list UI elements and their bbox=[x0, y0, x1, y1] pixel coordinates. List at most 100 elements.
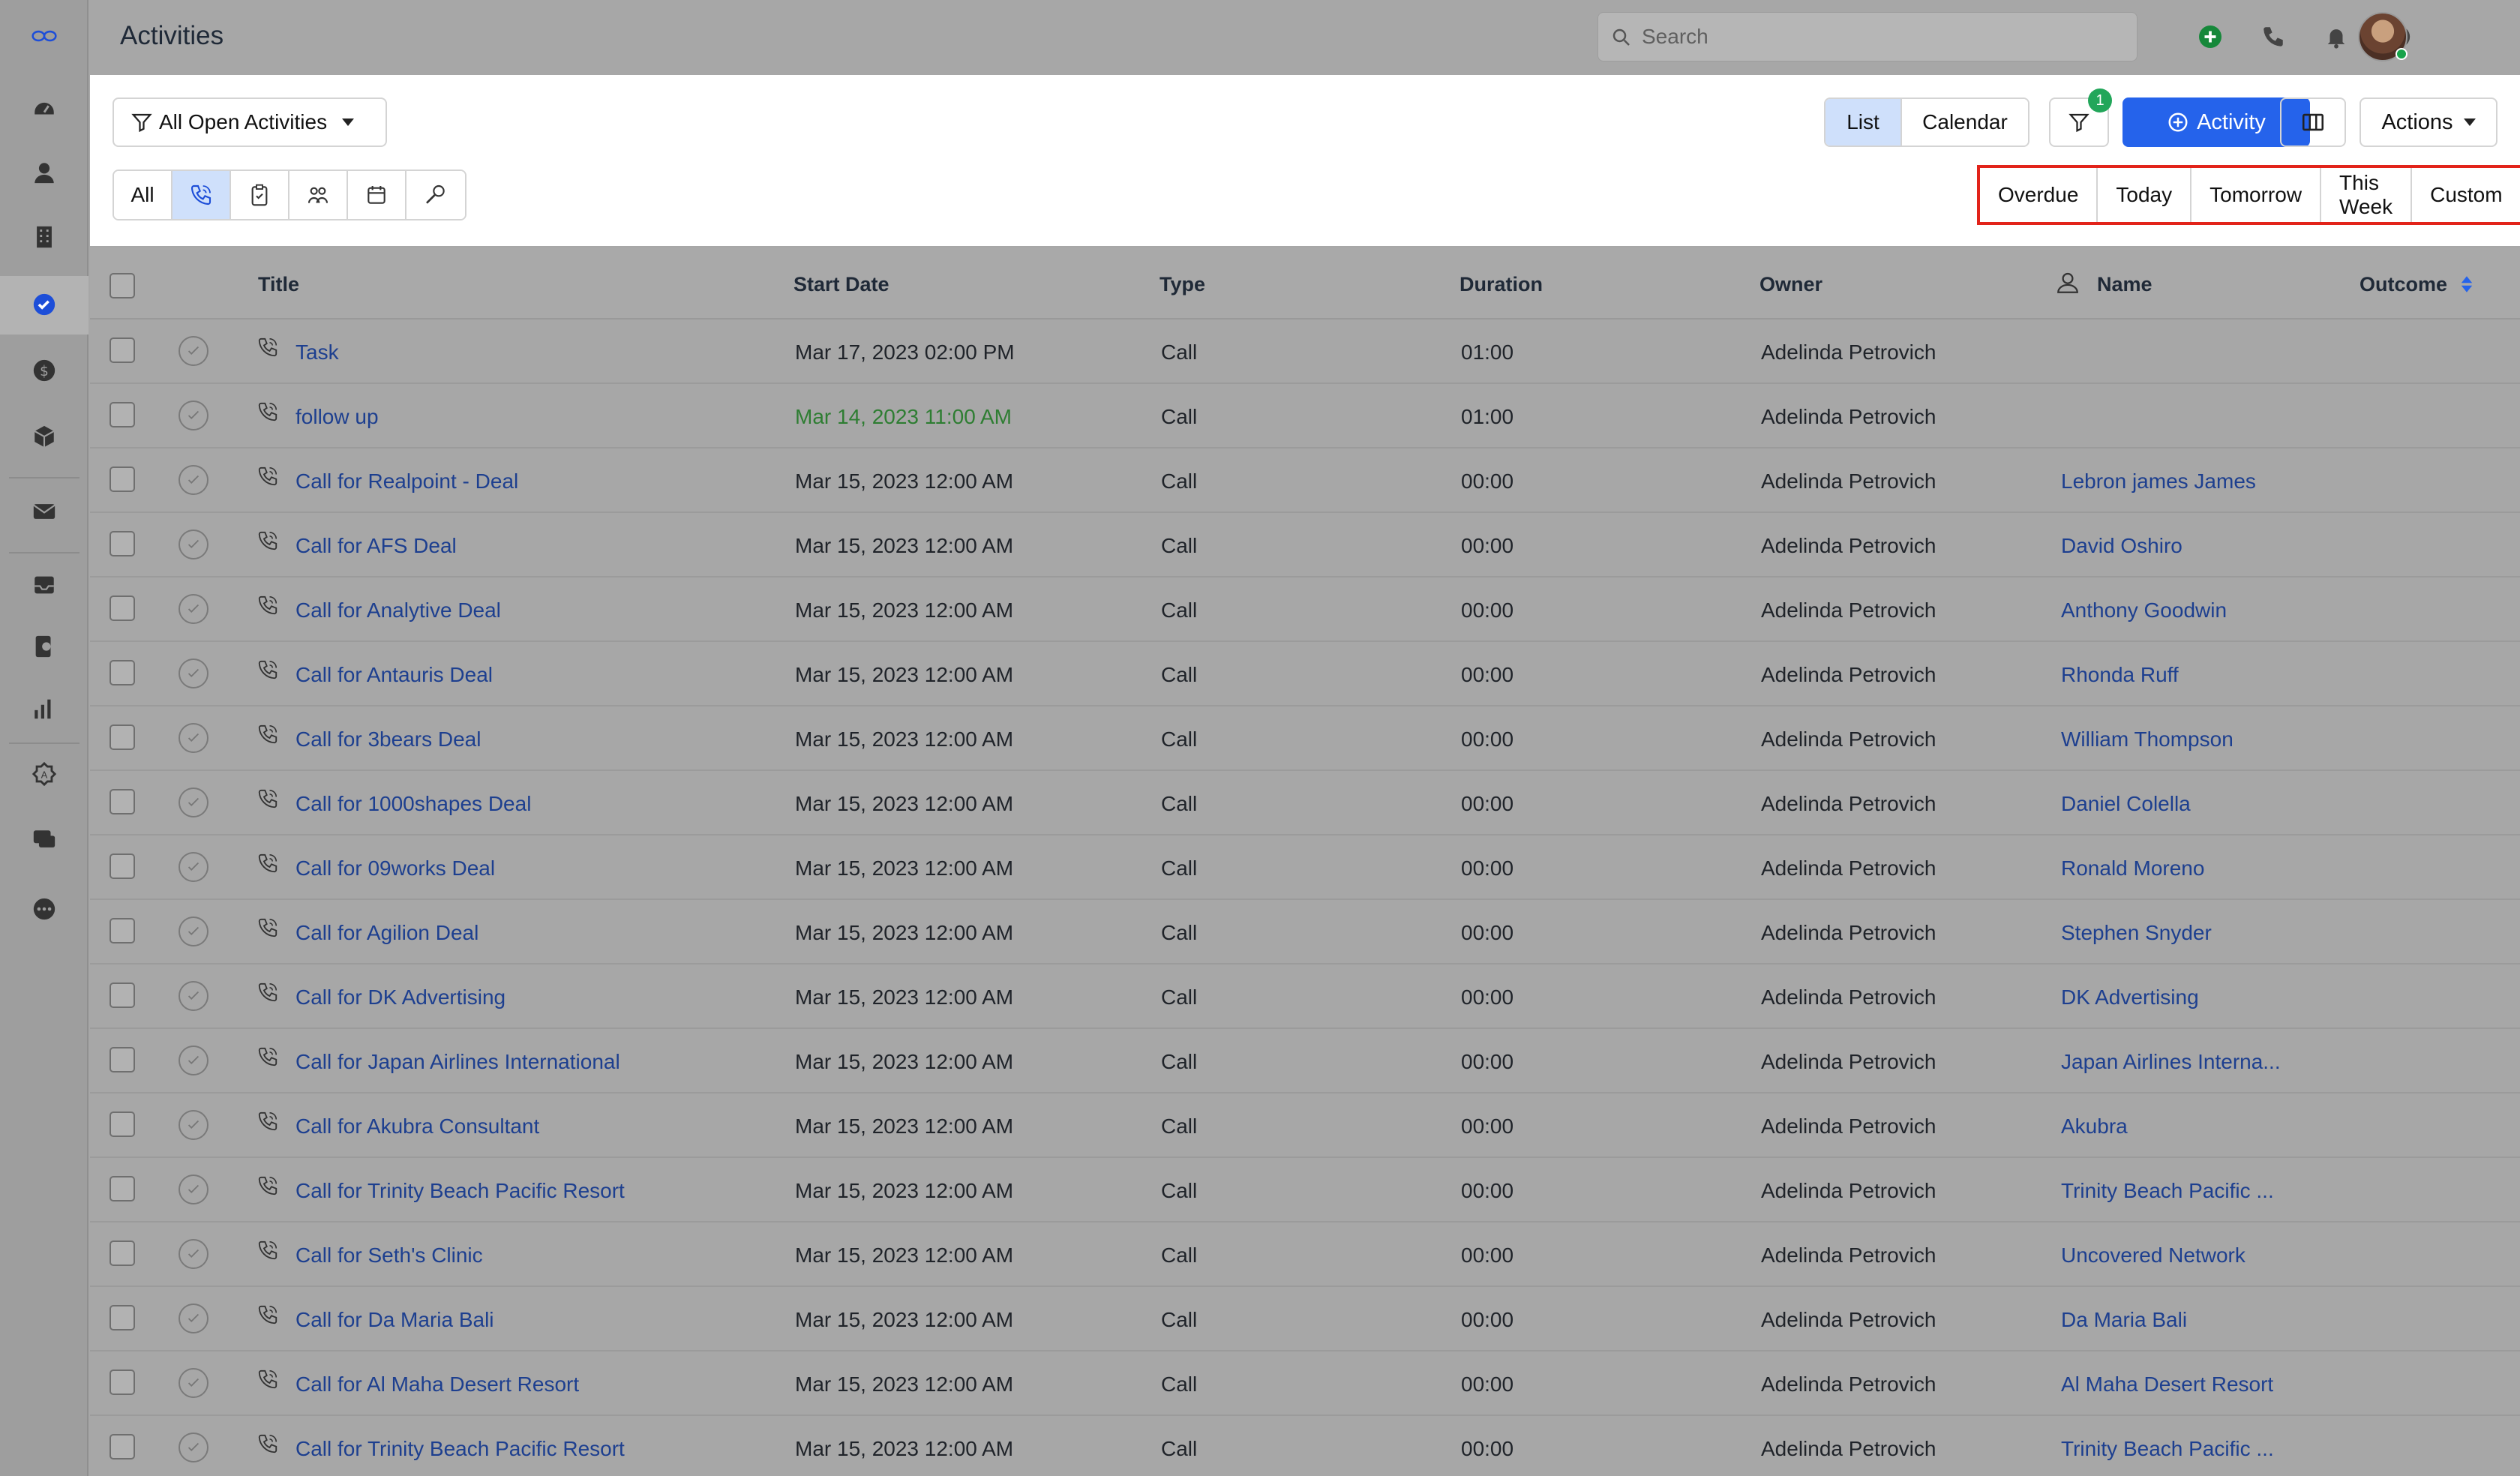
activities-check-icon[interactable] bbox=[29, 290, 59, 320]
column-header-outcome[interactable]: Outcome bbox=[2360, 273, 2447, 296]
table-row[interactable]: Call for Trinity Beach Pacific Resort Mar… bbox=[90, 1158, 2520, 1222]
table-row[interactable]: Call for DK Advertising Mar 15, 2023 12:0… bbox=[90, 964, 2520, 1029]
date-filter-today[interactable]: Today bbox=[2098, 168, 2192, 222]
type-other-button[interactable] bbox=[406, 171, 465, 219]
sort-icon[interactable] bbox=[2460, 274, 2474, 294]
mark-done-button[interactable] bbox=[178, 1046, 208, 1076]
type-meeting-button[interactable] bbox=[290, 171, 348, 219]
table-row[interactable]: Call for Japan Airlines International Mar… bbox=[90, 1029, 2520, 1094]
date-filter-custom[interactable]: Custom bbox=[2412, 168, 2520, 222]
activity-title-link[interactable]: Call for Antauris Deal bbox=[296, 663, 493, 687]
app-logo-icon[interactable] bbox=[29, 21, 59, 51]
contact-name-link[interactable]: Trinity Beach Pacific ... bbox=[2061, 1437, 2274, 1461]
type-task-button[interactable] bbox=[231, 171, 290, 219]
column-header-owner[interactable]: Owner bbox=[1760, 273, 1822, 296]
activity-title-link[interactable]: Call for Agilion Deal bbox=[296, 921, 478, 945]
type-call-button[interactable] bbox=[172, 171, 231, 219]
mark-done-button[interactable] bbox=[178, 336, 208, 366]
activity-title-link[interactable]: Call for 1000shapes Deal bbox=[296, 792, 531, 816]
row-checkbox[interactable] bbox=[110, 338, 135, 363]
dashboard-icon[interactable] bbox=[29, 93, 59, 123]
row-checkbox[interactable] bbox=[110, 1176, 135, 1202]
contact-name-link[interactable]: Lebron james James bbox=[2061, 470, 2256, 494]
contact-name-link[interactable]: Stephen Snyder bbox=[2061, 921, 2212, 945]
mark-done-button[interactable] bbox=[178, 530, 208, 560]
table-row[interactable]: Call for AFS Deal Mar 15, 2023 12:00 AM Ca… bbox=[90, 513, 2520, 578]
row-checkbox[interactable] bbox=[110, 1047, 135, 1072]
table-row[interactable]: Call for 3bears Deal Mar 15, 2023 12:00 A… bbox=[90, 706, 2520, 771]
table-row[interactable]: follow up Mar 14, 2023 11:00 AM Call 01:00 A… bbox=[90, 384, 2520, 448]
row-checkbox[interactable] bbox=[110, 466, 135, 492]
activity-title-link[interactable]: Call for AFS Deal bbox=[296, 534, 457, 558]
row-checkbox[interactable] bbox=[110, 660, 135, 686]
quick-add-icon[interactable] bbox=[2196, 22, 2224, 51]
table-row[interactable]: Call for Al Maha Desert Resort Mar 15, 20… bbox=[90, 1352, 2520, 1416]
activity-title-link[interactable]: Call for 3bears Deal bbox=[296, 728, 481, 752]
mark-done-button[interactable] bbox=[178, 594, 208, 624]
contact-name-link[interactable]: Ronald Moreno bbox=[2061, 856, 2204, 880]
table-row[interactable]: Call for Trinity Beach Pacific Resort Mar… bbox=[90, 1416, 2520, 1476]
row-checkbox[interactable] bbox=[110, 982, 135, 1008]
table-row[interactable]: Call for Akubra Consultant Mar 15, 2023 1… bbox=[90, 1094, 2520, 1158]
activity-title-link[interactable]: Call for Da Maria Bali bbox=[296, 1308, 494, 1332]
type-all-button[interactable]: All bbox=[114, 171, 172, 219]
contact-name-link[interactable]: Akubra bbox=[2061, 1114, 2128, 1138]
mark-done-button[interactable] bbox=[178, 723, 208, 753]
mark-done-button[interactable] bbox=[178, 1368, 208, 1398]
mark-done-button[interactable] bbox=[178, 658, 208, 688]
activity-title-link[interactable]: Call for Trinity Beach Pacific Resort bbox=[296, 1179, 625, 1203]
mark-done-button[interactable] bbox=[178, 852, 208, 882]
mark-done-button[interactable] bbox=[178, 1304, 208, 1334]
contact-name-link[interactable]: Daniel Colella bbox=[2061, 792, 2191, 816]
contact-name-link[interactable]: Al Maha Desert Resort bbox=[2061, 1372, 2273, 1396]
products-box-icon[interactable] bbox=[29, 422, 59, 452]
column-header-title[interactable]: Title bbox=[258, 273, 299, 296]
mark-done-button[interactable] bbox=[178, 1110, 208, 1140]
activity-title-link[interactable]: Call for Analytive Deal bbox=[296, 598, 501, 622]
contact-name-link[interactable]: Anthony Goodwin bbox=[2061, 598, 2227, 622]
table-row[interactable]: Call for Seth's Clinic Mar 15, 2023 12:00… bbox=[90, 1222, 2520, 1287]
select-all-checkbox[interactable] bbox=[110, 273, 135, 298]
mark-done-button[interactable] bbox=[178, 1239, 208, 1269]
row-checkbox[interactable] bbox=[110, 918, 135, 944]
automation-icon[interactable]: A bbox=[29, 759, 59, 789]
email-icon[interactable] bbox=[29, 496, 59, 526]
column-settings-button[interactable] bbox=[2280, 98, 2346, 147]
phone-icon[interactable] bbox=[2259, 22, 2288, 51]
activity-title-link[interactable]: Call for Realpoint - Deal bbox=[296, 470, 518, 494]
mark-done-button[interactable] bbox=[178, 465, 208, 495]
row-checkbox[interactable] bbox=[110, 1434, 135, 1460]
table-row[interactable]: Call for Antauris Deal Mar 15, 2023 12:00… bbox=[90, 642, 2520, 706]
column-header-name[interactable]: Name bbox=[2097, 273, 2152, 296]
activity-title-link[interactable]: Call for Trinity Beach Pacific Resort bbox=[296, 1437, 625, 1461]
table-row[interactable]: Call for Analytive Deal Mar 15, 2023 12:0… bbox=[90, 578, 2520, 642]
reports-bar-chart-icon[interactable] bbox=[29, 693, 59, 723]
notifications-bell-icon[interactable] bbox=[2322, 22, 2350, 51]
actions-dropdown[interactable]: Actions bbox=[2360, 98, 2498, 147]
table-row[interactable]: Call for 09works Deal Mar 15, 2023 12:00 … bbox=[90, 836, 2520, 900]
table-row[interactable]: Call for Agilion Deal Mar 15, 2023 12:00 … bbox=[90, 900, 2520, 964]
date-filter-overdue[interactable]: Overdue bbox=[1980, 168, 2098, 222]
table-row[interactable]: Call for 1000shapes Deal Mar 15, 2023 12:… bbox=[90, 771, 2520, 836]
mark-done-button[interactable] bbox=[178, 1174, 208, 1204]
mark-done-button[interactable] bbox=[178, 981, 208, 1011]
contact-name-link[interactable]: Trinity Beach Pacific ... bbox=[2061, 1179, 2274, 1203]
list-view-button[interactable]: List bbox=[1826, 99, 1900, 146]
column-header-duration[interactable]: Duration bbox=[1460, 273, 1543, 296]
mark-done-button[interactable] bbox=[178, 916, 208, 946]
activity-title-link[interactable]: follow up bbox=[296, 405, 379, 429]
contact-name-link[interactable]: William Thompson bbox=[2061, 728, 2234, 752]
row-checkbox[interactable] bbox=[110, 1240, 135, 1266]
column-header-start-date[interactable]: Start Date bbox=[794, 273, 890, 296]
column-header-type[interactable]: Type bbox=[1160, 273, 1205, 296]
contact-name-link[interactable]: DK Advertising bbox=[2061, 986, 2199, 1010]
contact-name-link[interactable]: Uncovered Network bbox=[2061, 1244, 2246, 1268]
activity-title-link[interactable]: Call for DK Advertising bbox=[296, 986, 506, 1010]
row-checkbox[interactable] bbox=[110, 1305, 135, 1330]
table-row[interactable]: Call for Da Maria Bali Mar 15, 2023 12:00… bbox=[90, 1287, 2520, 1352]
calendar-view-button[interactable]: Calendar bbox=[1900, 99, 2028, 146]
documents-icon[interactable] bbox=[29, 632, 59, 662]
companies-icon[interactable] bbox=[29, 222, 59, 252]
mark-done-button[interactable] bbox=[178, 1432, 208, 1462]
type-lunch-button[interactable] bbox=[348, 171, 406, 219]
